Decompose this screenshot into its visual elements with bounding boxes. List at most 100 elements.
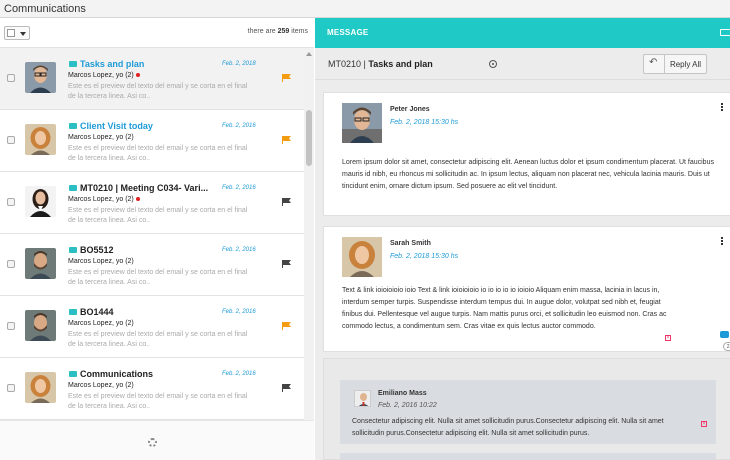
message-date: Feb. 2, 2016 xyxy=(222,123,256,129)
kebab-menu-icon[interactable] xyxy=(721,103,724,112)
select-all-dropdown[interactable] xyxy=(4,26,30,40)
list-item[interactable]: MT0210 | Meeting C034- Vari... Feb. 2, 20… xyxy=(0,172,304,234)
message-date: Feb. 2, 2016 xyxy=(222,185,256,191)
avatar xyxy=(25,62,56,93)
flag-icon[interactable] xyxy=(282,384,291,392)
sender-name: Peter Jones xyxy=(390,106,430,113)
row-checkbox[interactable] xyxy=(7,322,15,330)
list-toolbar: there are 259 items xyxy=(0,18,314,48)
urgent-dot-icon xyxy=(135,197,140,202)
message-preview: Este es el preview del texto del email y… xyxy=(68,269,248,286)
message-subject: Client Visit today xyxy=(80,121,153,131)
reply-sender-name: Emiliano Mass xyxy=(378,390,427,397)
flag-icon[interactable] xyxy=(282,74,291,82)
avatar xyxy=(342,103,382,143)
list-item[interactable]: Tasks and plan Feb. 2, 2018 Marcos Lopez, … xyxy=(0,48,304,110)
reply-entry: Emiliano Mass Feb. 2, 2016 10:22 Consect… xyxy=(340,380,716,444)
mail-icon xyxy=(69,309,77,315)
avatar xyxy=(25,372,56,403)
message-subject: BO5512 xyxy=(80,245,114,255)
flag-icon[interactable] xyxy=(282,198,291,206)
caret-down-icon[interactable] xyxy=(20,32,26,36)
window-title: Communications xyxy=(4,3,86,15)
message-header-bar: MESSAGE xyxy=(315,18,730,48)
message-from: Marcos Lopez, yo (2) xyxy=(68,258,134,265)
avatar xyxy=(25,310,56,341)
message-detail-pane: MESSAGE MT0210 | Tasks and plan ↶ Reply … xyxy=(315,18,730,460)
message-header-label: MESSAGE xyxy=(327,28,369,37)
list-item[interactable]: Communications Feb. 2, 2016 Marcos Lopez, … xyxy=(0,358,304,420)
message-date: Feb. 2, 2016 xyxy=(222,247,256,253)
message-list-pane: there are 259 items Tasks and plan Feb. 2… xyxy=(0,18,314,460)
kebab-menu-icon[interactable] xyxy=(721,237,724,246)
mail-icon xyxy=(69,371,77,377)
message-subject: MT0210 | Tasks and plan xyxy=(328,59,433,69)
mail-icon xyxy=(69,185,77,191)
message-preview: Este es el preview del texto del email y… xyxy=(68,83,248,100)
message-date: Feb. 2, 2018 xyxy=(222,61,256,67)
list-item[interactable]: BO5512 Feb. 2, 2016 Marcos Lopez, yo (2) Es… xyxy=(0,234,304,296)
message-from: Marcos Lopez, yo (2) xyxy=(68,196,140,203)
flag-icon[interactable] xyxy=(282,260,291,268)
message-subject: Tasks and plan xyxy=(80,59,145,69)
row-checkbox[interactable] xyxy=(7,384,15,392)
title-bar: Communications xyxy=(0,0,730,18)
reply-body: Consectetur adipiscing elit. Nulla sit a… xyxy=(352,418,664,437)
urgent-dot-icon xyxy=(135,73,140,78)
flag-icon[interactable] xyxy=(282,322,291,330)
message-preview: Este es el preview del texto del email y… xyxy=(68,393,248,410)
spinner-icon xyxy=(148,438,157,447)
message-subject: Communications xyxy=(80,369,154,379)
message-subject: MT0210 | Meeting C034- Vari... xyxy=(80,183,209,193)
message-list: Tasks and plan Feb. 2, 2018 Marcos Lopez, … xyxy=(0,48,304,438)
message-date: Feb. 2, 2016 xyxy=(222,309,256,315)
message-preview: Este es el preview del texto del email y… xyxy=(68,331,248,348)
comment-icon[interactable] xyxy=(720,331,729,338)
row-checkbox[interactable] xyxy=(7,74,15,82)
reply-thread: Emiliano Mass Feb. 2, 2016 10:22 Consect… xyxy=(323,358,730,460)
envelope-icon[interactable] xyxy=(720,29,730,36)
mail-icon xyxy=(69,123,77,129)
row-checkbox[interactable] xyxy=(7,136,15,144)
checkbox-icon[interactable] xyxy=(7,29,15,37)
remove-icon[interactable]: × xyxy=(701,421,707,427)
message-preview: Este es el preview del texto del email y… xyxy=(68,145,248,162)
app-window: Communications there are 259 items Tasks… xyxy=(0,0,730,460)
message-date: Feb. 2, 2016 xyxy=(222,371,256,377)
reply-button[interactable]: ↶ xyxy=(643,54,665,74)
flag-icon[interactable] xyxy=(282,136,291,144)
list-scrollbar[interactable] xyxy=(304,48,314,438)
message-date: Feb. 2, 2018 15:30 hs xyxy=(390,253,459,260)
message-body: Lorem ipsum dolor sit amet, consectetur … xyxy=(342,159,714,190)
comment-count[interactable]: 22 xyxy=(723,342,730,351)
message-date: Feb. 2, 2018 15:30 hs xyxy=(390,119,459,126)
message-body: Text & link ioioioioio ioio Text & link … xyxy=(342,287,667,330)
avatar xyxy=(25,248,56,279)
message-subject: BO1444 xyxy=(80,307,114,317)
scroll-thumb[interactable] xyxy=(306,110,312,166)
remove-icon[interactable]: × xyxy=(665,335,671,341)
message-from: Marcos Lopez, yo (2) xyxy=(68,72,140,79)
mail-icon xyxy=(69,247,77,253)
row-checkbox[interactable] xyxy=(7,198,15,206)
mail-icon xyxy=(69,61,77,67)
reply-date: Feb. 2, 2016 10:22 xyxy=(378,402,437,409)
row-checkbox[interactable] xyxy=(7,260,15,268)
list-item[interactable]: BO1444 Feb. 2, 2016 Marcos Lopez, yo (2) Es… xyxy=(0,296,304,358)
reply-entry xyxy=(340,453,716,460)
scroll-up-icon[interactable] xyxy=(306,52,312,56)
list-item[interactable]: Client Visit today Feb. 2, 2016 Marcos Lop… xyxy=(0,110,304,172)
reply-all-button[interactable]: Reply All xyxy=(665,54,707,74)
target-icon[interactable] xyxy=(489,60,497,68)
avatar xyxy=(25,124,56,155)
avatar xyxy=(342,237,382,277)
message-from: Marcos Lopez, yo (2) xyxy=(68,382,134,389)
message-preview: Este es el preview del texto del email y… xyxy=(68,207,248,224)
message-from: Marcos Lopez, yo (2) xyxy=(68,320,134,327)
avatar xyxy=(354,390,371,407)
reply-icon: ↶ xyxy=(649,57,658,68)
list-footer xyxy=(0,420,314,460)
message-from: Marcos Lopez, yo (2) xyxy=(68,134,134,141)
message-entry: Sarah Smith Feb. 2, 2018 15:30 hs Text &… xyxy=(323,226,730,352)
avatar xyxy=(25,186,56,217)
